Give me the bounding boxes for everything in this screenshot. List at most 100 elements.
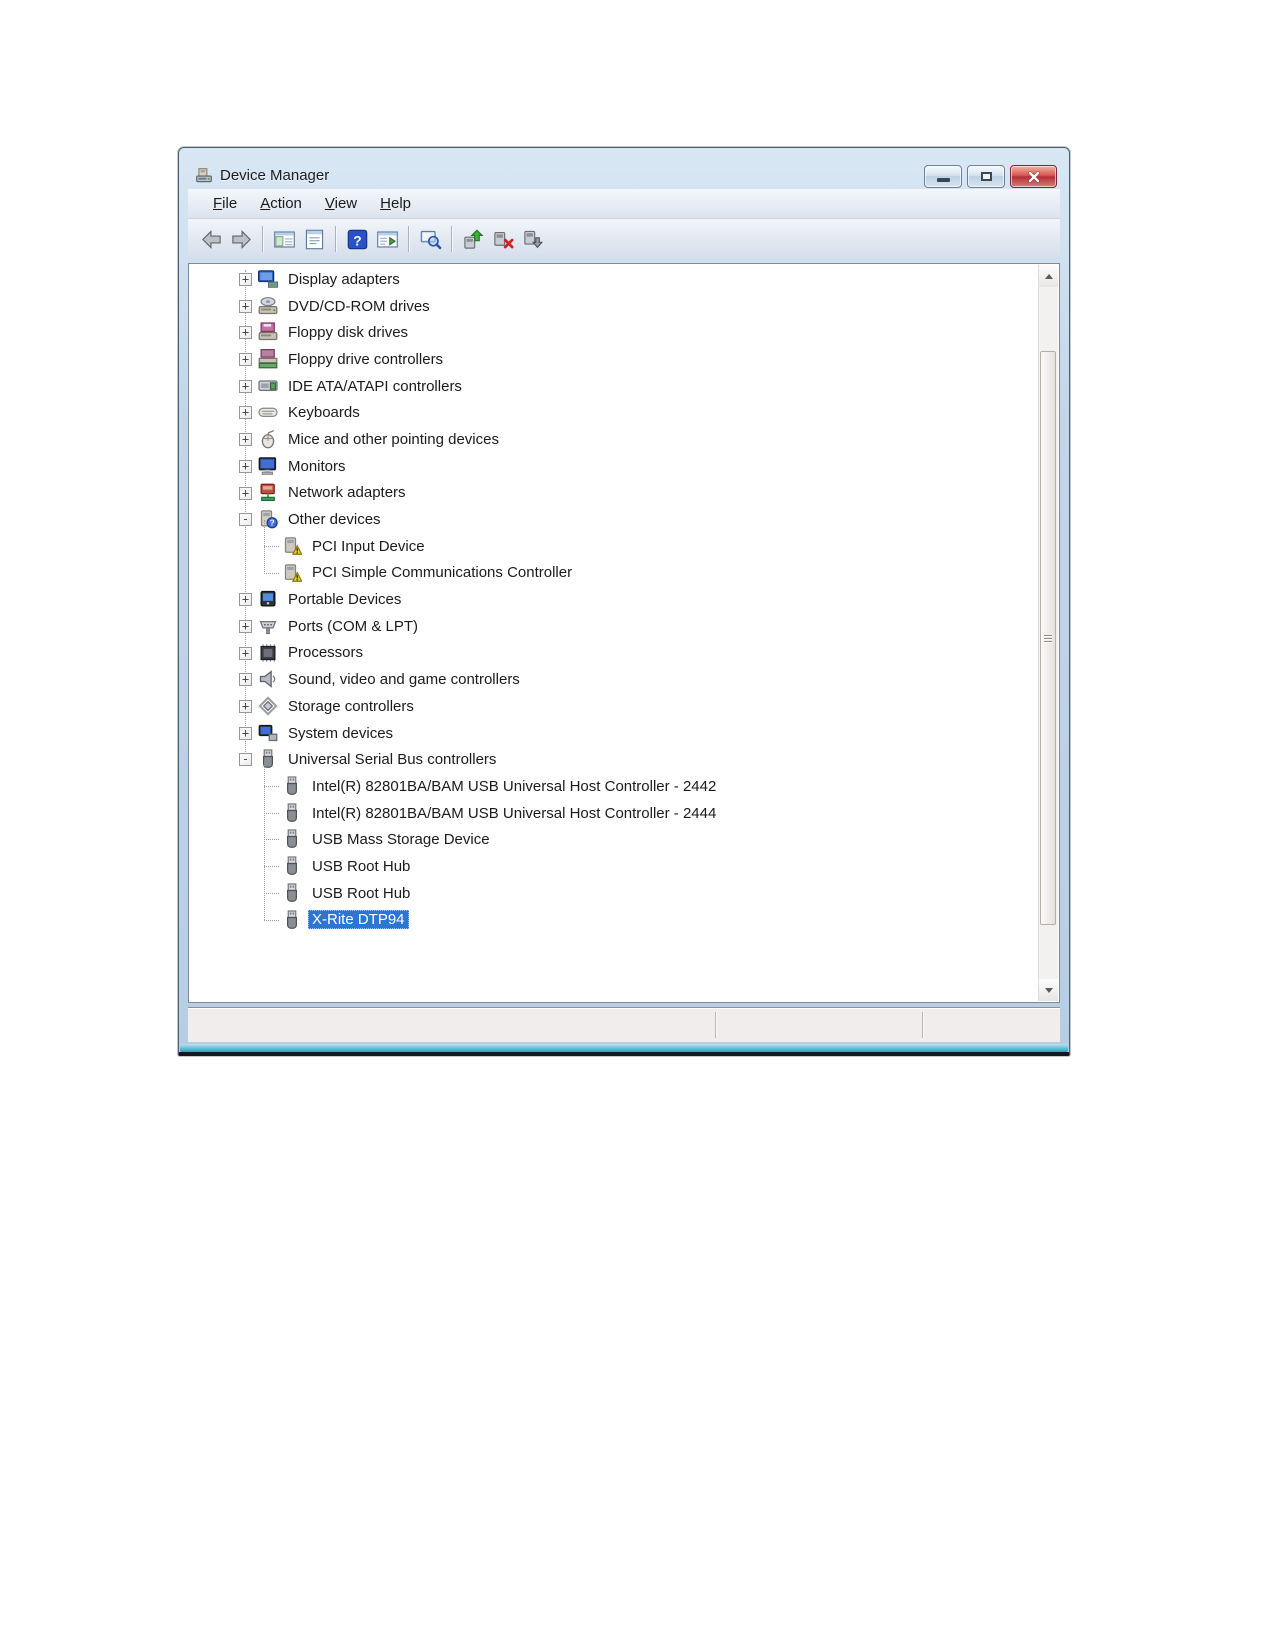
uninstall-device-icon (492, 228, 515, 251)
tree-item[interactable]: +DVD/CD-ROM drives (189, 293, 1039, 320)
tree-item[interactable]: + Keyboards (189, 399, 1039, 426)
tree-item[interactable]: USB Root Hub (189, 853, 1039, 880)
toolbar-separator (262, 226, 263, 252)
expand-toggle[interactable]: + (239, 300, 252, 313)
tree-guide-line (264, 761, 265, 920)
tree-item[interactable]: USB Root Hub (189, 880, 1039, 907)
tree-item-label: PCI Input Device (308, 537, 429, 556)
tree-item-label: USB Mass Storage Device (308, 830, 494, 849)
menu-file[interactable]: File (203, 192, 247, 215)
show-console-tree-button[interactable] (269, 224, 299, 254)
menu-help[interactable]: Help (370, 192, 421, 215)
tree-item[interactable]: USB Mass Storage Device (189, 826, 1039, 853)
minimize-icon (937, 178, 950, 182)
expand-toggle[interactable]: + (239, 273, 252, 286)
disable-device-icon (522, 228, 545, 251)
tree-item[interactable]: + Floppy disk drives (189, 319, 1039, 346)
tree-item-label: Floppy disk drives (284, 323, 412, 342)
tree-item[interactable]: PCI Input Device (189, 533, 1039, 560)
tree-connector-line (264, 573, 279, 574)
expand-toggle[interactable]: + (239, 593, 252, 606)
toolbar-separator (451, 226, 452, 252)
properties-button[interactable] (299, 224, 329, 254)
back-button[interactable] (196, 224, 226, 254)
document-page: Device Manager FileActionViewHelp ? + Dis… (0, 0, 1275, 1650)
tree-item[interactable]: + Mice and other pointing devices (189, 426, 1039, 453)
expand-toggle[interactable]: + (239, 700, 252, 713)
tree-connector-line (264, 786, 279, 787)
menu-view[interactable]: View (315, 192, 367, 215)
device-manager-window: Device Manager FileActionViewHelp ? + Dis… (178, 147, 1070, 1056)
tree-item[interactable]: -?Other devices (189, 506, 1039, 533)
tree-item[interactable]: +Ports (COM & LPT) (189, 613, 1039, 640)
scroll-down-button[interactable] (1039, 979, 1058, 1001)
status-section (716, 1008, 922, 1042)
maximize-button[interactable] (967, 165, 1005, 188)
expand-toggle[interactable]: + (239, 620, 252, 633)
tree-item-label: USB Root Hub (308, 884, 414, 903)
expand-toggle[interactable]: + (239, 433, 252, 446)
disable-device-button[interactable] (518, 224, 548, 254)
serial-port-icon (258, 616, 278, 636)
tree-item-label: IDE ATA/ATAPI controllers (284, 377, 466, 396)
show-console-tree-icon (273, 228, 296, 251)
tree-item[interactable]: + IDE ATA/ATAPI controllers (189, 373, 1039, 400)
back-icon (200, 228, 223, 251)
expand-toggle[interactable]: + (239, 647, 252, 660)
tree-item[interactable]: -Universal Serial Bus controllers (189, 746, 1039, 773)
tree-item[interactable]: +Storage controllers (189, 693, 1039, 720)
tree-item[interactable]: + Display adapters (189, 266, 1039, 293)
usb-icon (282, 856, 302, 876)
expand-toggle[interactable]: + (239, 487, 252, 500)
action-pane-button[interactable] (372, 224, 402, 254)
expand-toggle[interactable]: + (239, 406, 252, 419)
tree-item[interactable]: + Processors (189, 640, 1039, 667)
arrow-down-icon (1045, 988, 1053, 993)
toolbar-separator (335, 226, 336, 252)
expand-toggle[interactable]: + (239, 353, 252, 366)
expand-toggle[interactable]: + (239, 673, 252, 686)
tree-item[interactable]: X-Rite DTP94 (189, 907, 1039, 934)
window-title: Device Manager (220, 167, 329, 185)
scroll-up-button[interactable] (1039, 265, 1058, 287)
mouse-icon (258, 429, 278, 449)
update-driver-icon (462, 228, 485, 251)
uninstall-device-button[interactable] (488, 224, 518, 254)
vertical-scrollbar[interactable] (1038, 265, 1058, 1001)
forward-icon (230, 228, 253, 251)
scrollbar-grip-icon (1044, 635, 1052, 642)
update-driver-button[interactable] (458, 224, 488, 254)
tree-item[interactable]: PCI Simple Communications Controller (189, 560, 1039, 587)
expand-toggle[interactable]: + (239, 727, 252, 740)
forward-button[interactable] (226, 224, 256, 254)
tree-item[interactable]: +Network adapters (189, 480, 1039, 507)
tree-item-label: Display adapters (284, 270, 404, 289)
tree-item-label: Portable Devices (284, 590, 405, 609)
title-bar[interactable]: Device Manager (179, 148, 1069, 189)
tree-item-label: System devices (284, 724, 397, 743)
collapse-toggle[interactable]: - (239, 513, 252, 526)
scrollbar-thumb[interactable] (1040, 351, 1056, 925)
help-button[interactable]: ? (342, 224, 372, 254)
tree-item[interactable]: + Portable Devices (189, 586, 1039, 613)
tree-item[interactable]: + System devices (189, 720, 1039, 747)
tree-item-label: Mice and other pointing devices (284, 430, 503, 449)
close-icon (1027, 171, 1041, 183)
minimize-button[interactable] (924, 165, 962, 188)
expand-toggle[interactable]: + (239, 326, 252, 339)
tree-item[interactable]: Intel(R) 82801BA/BAM USB Universal Host … (189, 800, 1039, 827)
scan-hardware-button[interactable] (415, 224, 445, 254)
tree-item-label: Keyboards (284, 403, 364, 422)
close-button[interactable] (1010, 165, 1057, 188)
toolbar: ? (188, 219, 1060, 259)
expand-toggle[interactable]: + (239, 380, 252, 393)
status-bar (188, 1007, 1060, 1042)
expand-toggle[interactable]: + (239, 460, 252, 473)
tree-item[interactable]: Intel(R) 82801BA/BAM USB Universal Host … (189, 773, 1039, 800)
collapse-toggle[interactable]: - (239, 753, 252, 766)
menu-action[interactable]: Action (250, 192, 312, 215)
tree-item[interactable]: +Monitors (189, 453, 1039, 480)
tree-item-label: Processors (284, 643, 367, 662)
tree-item[interactable]: +Floppy drive controllers (189, 346, 1039, 373)
tree-item[interactable]: +Sound, video and game controllers (189, 666, 1039, 693)
